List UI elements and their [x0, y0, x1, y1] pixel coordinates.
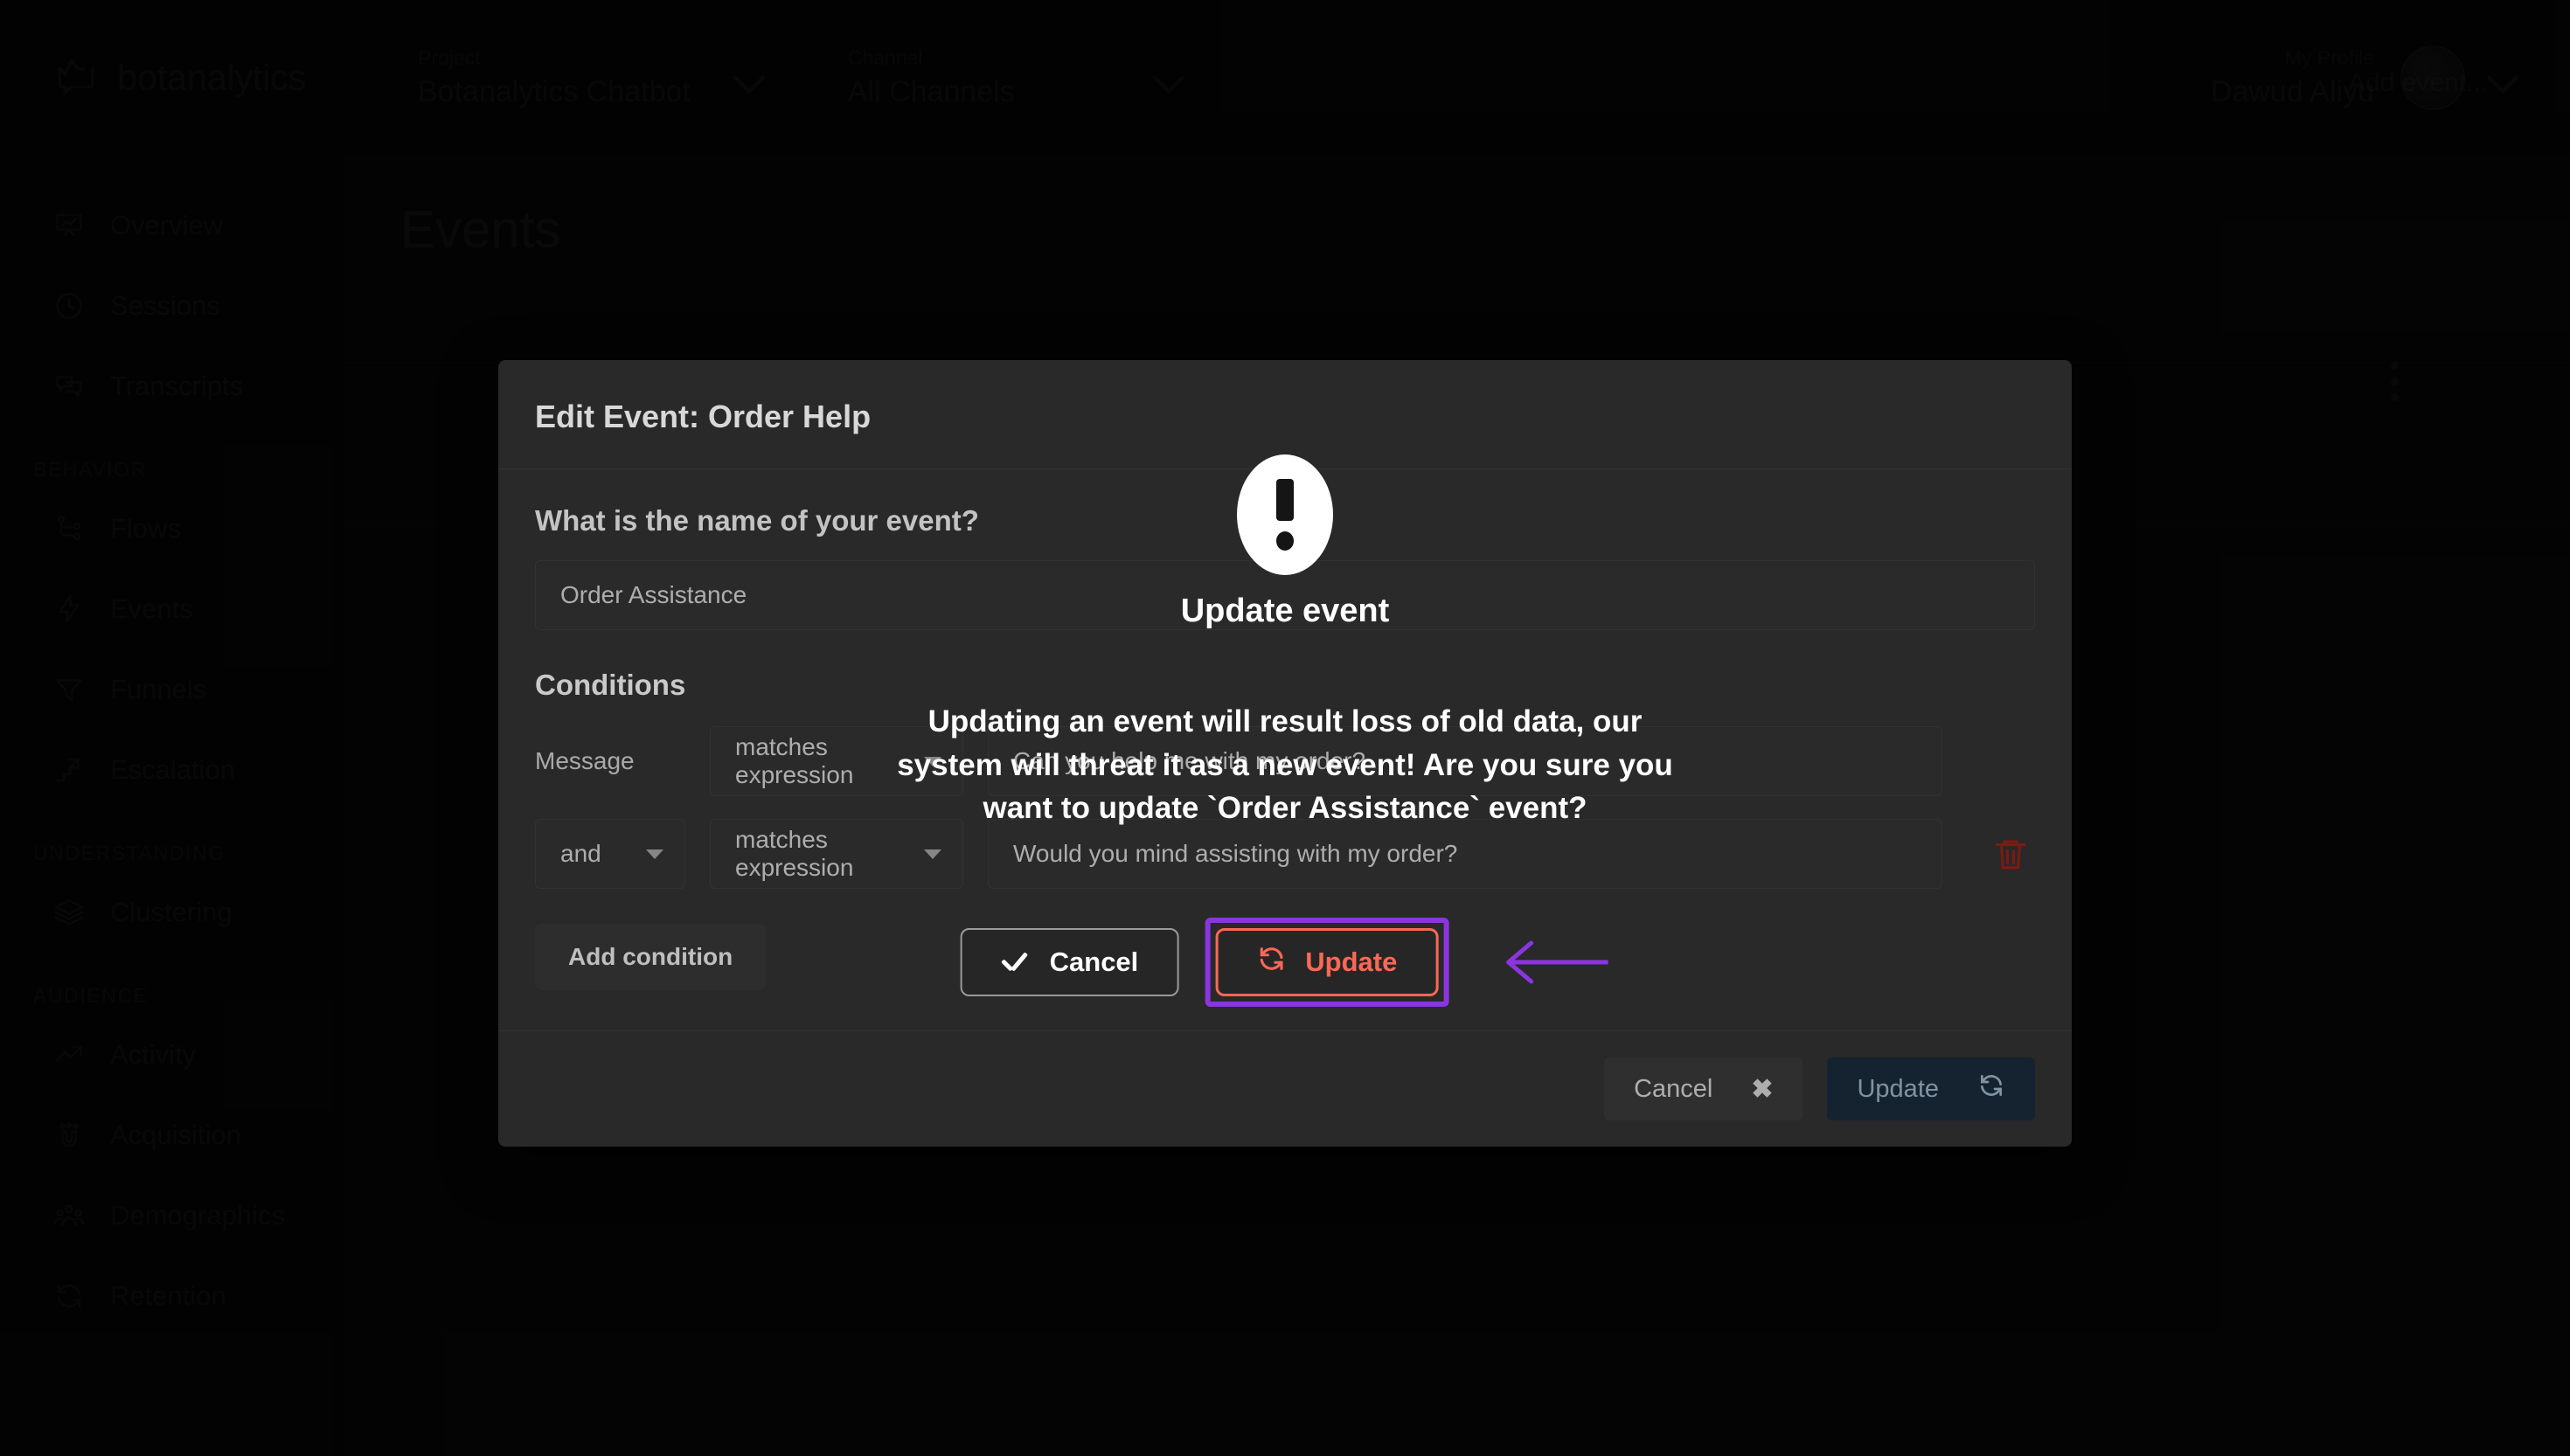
confirm-message: Updating an event will result loss of ol…: [897, 704, 1673, 826]
confirm-cancel-label: Cancel: [1049, 946, 1139, 977]
confirm-update-label: Update: [1305, 946, 1398, 977]
annotation-highlight-box: Update: [1205, 918, 1449, 1007]
confirm-actions: Cancel Update: [960, 918, 1610, 1007]
confirm-update-button[interactable]: Update: [1215, 928, 1439, 996]
warning-exclamation-icon: [1237, 454, 1333, 575]
annotation-arrow-icon: [1496, 936, 1609, 988]
confirm-cancel-button[interactable]: Cancel: [960, 928, 1179, 996]
check-icon: [1001, 954, 1031, 970]
confirm-title: Update event: [1180, 593, 1390, 629]
refresh-icon: [1256, 944, 1286, 981]
confirm-dialog: Update event Updating an event will resu…: [0, 0, 2570, 1456]
